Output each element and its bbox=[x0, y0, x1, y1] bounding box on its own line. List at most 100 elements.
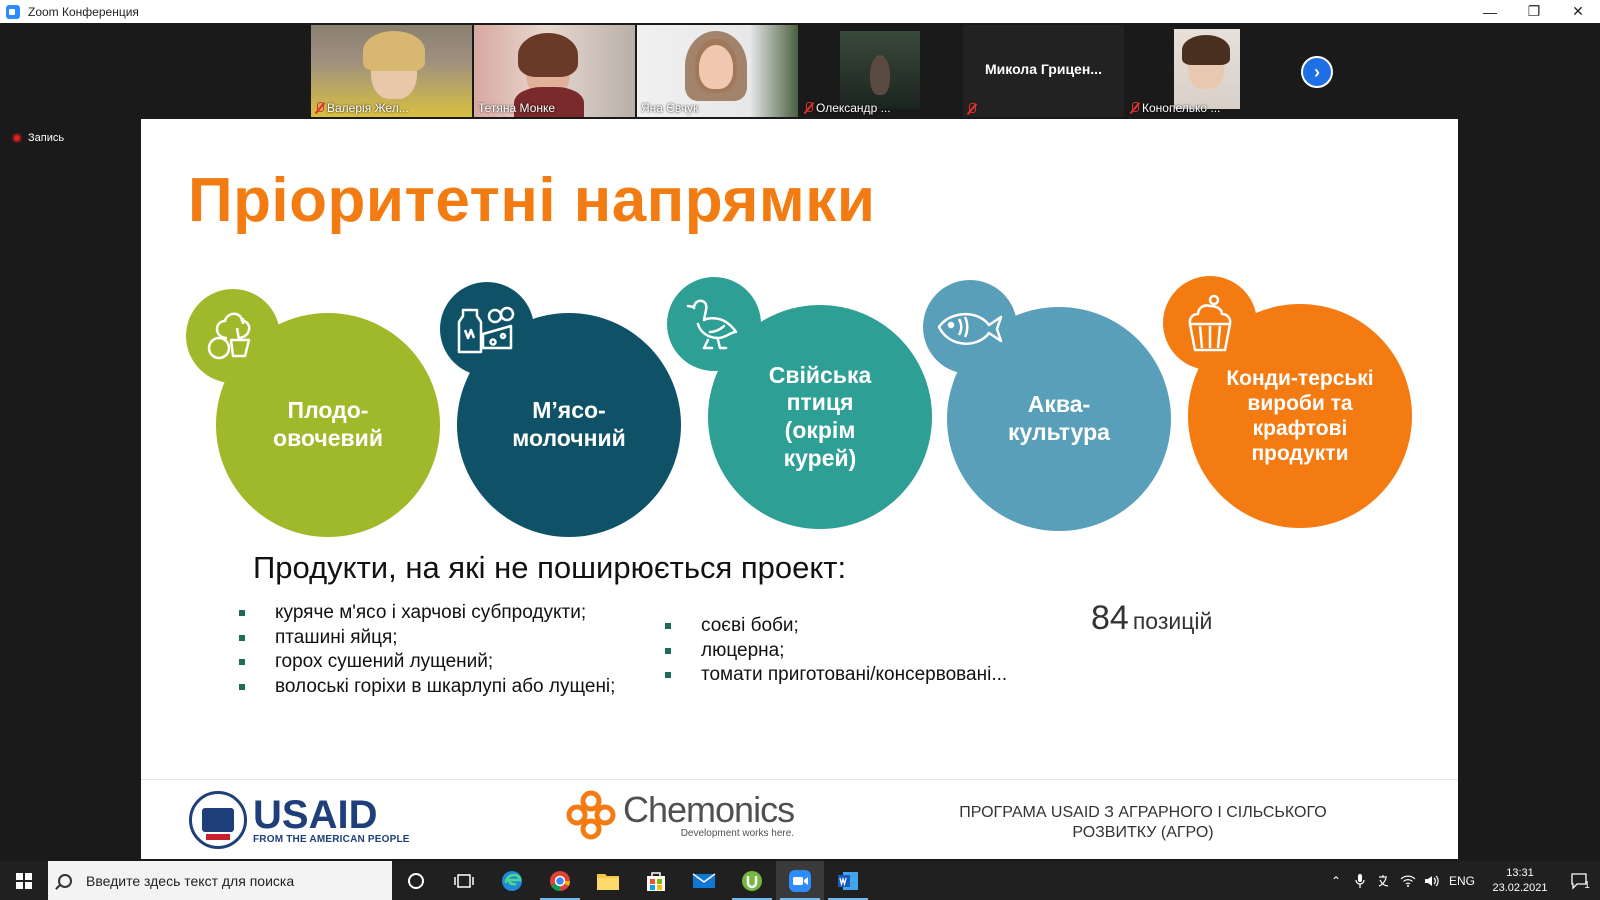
start-button[interactable] bbox=[0, 861, 48, 900]
participant-tile[interactable]: Олександр ... bbox=[800, 25, 961, 117]
milk-cheese-icon bbox=[457, 306, 515, 354]
folder-icon bbox=[597, 873, 619, 890]
search-input[interactable] bbox=[86, 872, 386, 889]
taskbar-chrome[interactable] bbox=[536, 861, 584, 900]
fish-icon bbox=[937, 313, 1003, 345]
record-icon bbox=[12, 133, 22, 143]
direction-badge bbox=[923, 280, 1017, 374]
taskbar-search[interactable] bbox=[48, 861, 392, 900]
participant-name: Конопелько ... bbox=[1142, 101, 1221, 115]
participant-tile[interactable]: Конопелько ... bbox=[1126, 25, 1287, 117]
usaid-logo: USAID FROM THE AMERICAN PEOPLE bbox=[189, 791, 410, 849]
usaid-seal-icon bbox=[189, 791, 247, 849]
excluded-list-1: куряче м'ясо і харчові субпродукти; пташ… bbox=[237, 601, 615, 699]
usaid-tagline: FROM THE AMERICAN PEOPLE bbox=[253, 833, 410, 845]
system-tray: ⌃ ENG 13:31 23.02.2021 1 bbox=[1324, 861, 1600, 900]
list-item: пташині яйця; bbox=[237, 626, 615, 651]
chevron-up-icon[interactable]: ⌃ bbox=[1324, 861, 1348, 900]
slide-title: Пріоритетні напрямки bbox=[188, 166, 876, 235]
clock-date: 23.02.2021 bbox=[1492, 881, 1548, 894]
taskbar-store[interactable] bbox=[632, 861, 680, 900]
list-item: томати приготовані/консервовані... bbox=[663, 663, 1007, 688]
participant-name: Яна Євчук bbox=[641, 101, 699, 115]
zoom-app-icon bbox=[6, 4, 20, 19]
notification-count: 1 bbox=[1584, 880, 1590, 891]
participant-name: Валерія Жел... bbox=[327, 101, 409, 115]
input-method-icon[interactable] bbox=[1372, 861, 1396, 900]
windows-taskbar: ⌃ ENG 13:31 23.02.2021 1 bbox=[0, 861, 1600, 900]
clock-time: 13:31 bbox=[1506, 866, 1534, 879]
taskbar-utorrent[interactable] bbox=[728, 861, 776, 900]
direction-label: М’ясо-молочний bbox=[512, 397, 626, 451]
taskbar-mail[interactable] bbox=[680, 861, 728, 900]
footer-divider bbox=[141, 779, 1458, 780]
participant-tile-no-video[interactable]: Микола Грицен... bbox=[963, 25, 1124, 117]
direction-badge bbox=[667, 277, 761, 371]
mic-muted-icon bbox=[804, 102, 813, 114]
taskbar-clock[interactable]: 13:31 23.02.2021 bbox=[1480, 866, 1560, 896]
count-unit: позицій bbox=[1132, 608, 1213, 634]
restore-icon[interactable]: ❐ bbox=[1512, 0, 1556, 23]
cortana-icon bbox=[408, 872, 424, 889]
window-controls: — ❐ ✕ bbox=[1468, 0, 1600, 23]
volume-icon[interactable] bbox=[1420, 861, 1444, 900]
participant-name: Тетяна Монке bbox=[478, 101, 556, 115]
participant-tile[interactable]: Яна Євчук bbox=[637, 25, 798, 117]
taskbar-edge[interactable] bbox=[488, 861, 536, 900]
cupcake-icon bbox=[1188, 294, 1232, 352]
task-view-icon bbox=[454, 873, 474, 888]
positions-count: 84 позицій bbox=[1091, 599, 1212, 638]
participant-strip: Валерія Жел... Тетяна Монке Яна Євчук Ол… bbox=[311, 25, 1287, 117]
edge-icon bbox=[502, 870, 522, 891]
taskbar-file-explorer[interactable] bbox=[584, 861, 632, 900]
next-participants-button[interactable]: › bbox=[1301, 56, 1333, 88]
excluded-products-heading: Продукти, на які не поширюється проект: bbox=[253, 550, 847, 585]
list-item: люцерна; bbox=[663, 639, 1007, 664]
mic-muted-icon bbox=[967, 103, 976, 115]
participant-tile-active-speaker[interactable]: Тетяна Монке bbox=[474, 25, 635, 117]
direction-badge bbox=[440, 282, 534, 376]
microphone-icon[interactable] bbox=[1348, 861, 1372, 900]
mail-icon bbox=[692, 872, 716, 888]
participant-name: Олександр ... bbox=[816, 101, 891, 115]
participant-name-display: Микола Грицен... bbox=[985, 61, 1102, 77]
direction-label: Аква-культура bbox=[1008, 391, 1110, 445]
list-item: соєві боби; bbox=[663, 614, 1007, 639]
list-item: куряче м'ясо і харчові субпродукти; bbox=[237, 601, 615, 626]
list-item: горох сушений лущений; bbox=[237, 650, 615, 675]
chemonics-mark-icon bbox=[566, 790, 616, 840]
mic-muted-icon bbox=[1130, 102, 1139, 114]
task-view-button[interactable] bbox=[440, 861, 488, 900]
windows-logo-icon bbox=[16, 872, 32, 889]
language-indicator[interactable]: ENG bbox=[1444, 861, 1480, 900]
participant-tile[interactable]: Валерія Жел... bbox=[311, 25, 472, 117]
cortana-button[interactable] bbox=[392, 861, 440, 900]
chemonics-wordmark: Chemonics bbox=[623, 788, 795, 830]
zoom-icon bbox=[789, 869, 811, 892]
word-icon bbox=[838, 871, 858, 890]
wifi-icon[interactable] bbox=[1396, 861, 1420, 900]
direction-badge bbox=[186, 289, 280, 383]
minimize-icon[interactable]: — bbox=[1468, 0, 1512, 23]
utorrent-icon bbox=[742, 870, 762, 891]
recording-label: Запись bbox=[28, 132, 65, 144]
taskbar-word[interactable] bbox=[824, 861, 872, 900]
recording-indicator[interactable]: Запись bbox=[12, 132, 64, 144]
taskbar-zoom[interactable] bbox=[776, 861, 824, 900]
mic-muted-icon bbox=[315, 102, 324, 114]
direction-label: Свійська птиця (окрім курей) bbox=[768, 361, 872, 471]
excluded-list-2: соєві боби; люцерна; томати приготовані/… bbox=[663, 614, 1007, 688]
shared-slide: Пріоритетні напрямки Плодо-овочевий М’яс… bbox=[141, 119, 1458, 859]
close-icon[interactable]: ✕ bbox=[1556, 0, 1600, 23]
chevron-right-icon: › bbox=[1314, 61, 1320, 82]
chrome-icon bbox=[550, 870, 571, 891]
action-center-button[interactable]: 1 bbox=[1560, 861, 1600, 900]
count-number: 84 bbox=[1091, 599, 1129, 637]
direction-badge bbox=[1163, 276, 1257, 370]
goose-icon bbox=[686, 299, 738, 350]
store-bag-icon bbox=[647, 871, 665, 891]
chemonics-logo: Chemonics Development works here. bbox=[565, 788, 795, 841]
usaid-wordmark: USAID bbox=[253, 792, 378, 837]
direction-label: Плодо-овочевий bbox=[273, 397, 383, 451]
direction-label: Конди-терські вироби та крафтові продукт… bbox=[1226, 366, 1374, 466]
